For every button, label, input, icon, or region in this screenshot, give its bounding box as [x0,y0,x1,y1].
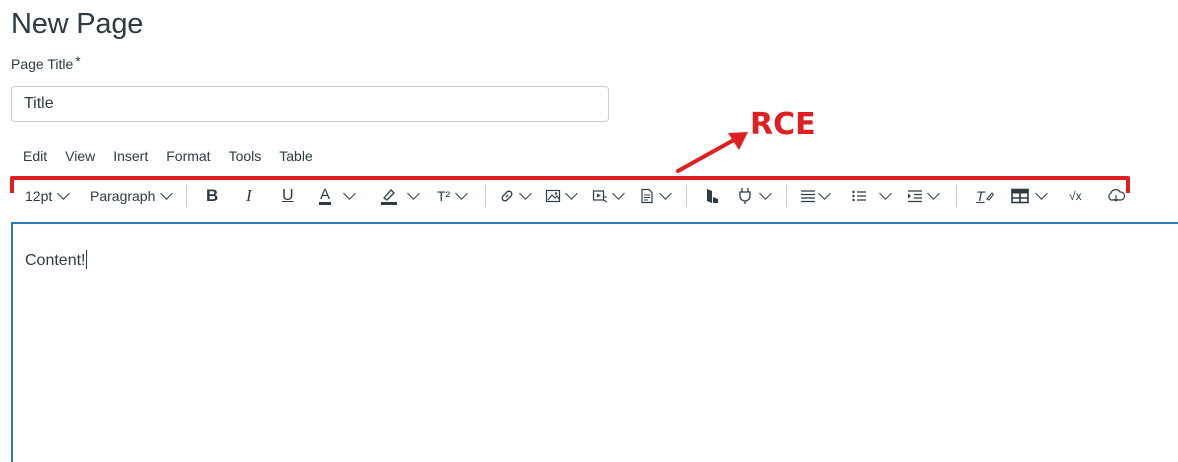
chevron-down-icon [519,186,532,200]
document-button[interactable] [639,176,672,216]
menu-tools[interactable]: Tools [220,148,271,164]
clear-formatting-icon: T [976,188,985,204]
chevron-down-icon [927,186,940,200]
underline-icon: U [282,187,294,204]
page-title-label-text: Page Title [11,56,74,72]
toolbar-separator [956,185,957,207]
italic-icon: I [246,186,252,205]
rce-arrow [676,134,743,173]
block-format-select[interactable]: Paragraph [90,176,174,216]
superscript-icon: T² [437,188,451,204]
chevron-down-icon [879,186,892,200]
editor-text: Content! [25,252,86,269]
chevron-down-icon [659,186,672,200]
font-size-select[interactable]: 12pt [25,176,71,216]
apps-button[interactable] [705,176,719,216]
chevron-down-icon [343,186,356,200]
bold-button[interactable]: B [206,176,218,216]
editor-toolbar: 12pt Paragraph B I U A T² T √x [0,176,1178,216]
toolbar-separator [686,185,687,207]
menu-table[interactable]: Table [270,148,321,164]
cloud-button[interactable] [1106,176,1126,216]
menu-insert[interactable]: Insert [104,148,157,164]
editor-menubar: Edit View Insert Format Tools Table [14,148,322,164]
cloud-icon [1108,189,1126,202]
plugin-button[interactable] [737,176,772,216]
bold-icon: B [206,186,219,205]
media-button[interactable] [592,176,625,216]
text-caret [86,250,88,269]
align-button[interactable] [800,176,831,216]
document-icon [641,188,653,204]
text-color-button[interactable]: A [319,176,356,216]
math-icon: √x [1069,189,1082,203]
page-title: New Page [11,8,144,40]
menu-format[interactable]: Format [157,148,219,164]
page-title-input[interactable] [11,86,609,122]
editor-content[interactable]: Content! [25,250,88,270]
apps-icon [707,189,718,203]
superscript-button[interactable]: T² [437,176,469,216]
underline-button[interactable]: U [282,176,294,216]
bullet-list-icon [852,190,866,202]
font-size-value: 12pt [25,188,53,204]
link-icon [501,190,513,202]
menu-view[interactable]: View [56,148,104,164]
chevron-down-icon [759,186,772,200]
highlight-button[interactable] [380,176,420,216]
clear-formatting-button[interactable]: T [976,176,994,216]
toolbar-separator [186,185,187,207]
indent-button[interactable] [907,176,940,216]
bullet-list-button[interactable] [851,176,892,216]
chevron-down-icon [160,186,174,200]
toolbar-separator [786,185,787,207]
chevron-down-icon [407,186,420,200]
media-icon [592,190,608,203]
page-title-label: Page Title * [11,53,81,72]
chevron-down-icon [57,186,71,200]
rce-label: RCE [750,107,816,142]
indent-icon [908,190,922,203]
link-button[interactable] [499,176,532,216]
required-marker: * [75,53,81,69]
eraser-icon [985,192,994,201]
table-button[interactable] [1011,176,1048,216]
math-button[interactable]: √x [1069,176,1082,216]
rich-content-editor[interactable]: Content! [11,222,1178,462]
plugin-icon [739,188,751,204]
chevron-down-icon [455,186,469,200]
chevron-down-icon [612,186,625,200]
menu-edit[interactable]: Edit [14,148,56,164]
chevron-down-icon [1035,186,1048,200]
text-color-icon: A [319,185,332,205]
chevron-down-icon [818,186,831,200]
align-icon [801,190,815,203]
image-icon [545,189,561,203]
block-format-value: Paragraph [90,188,156,204]
table-icon [1011,188,1029,204]
rce-arrowhead [728,132,748,150]
chevron-down-icon [565,186,578,200]
toolbar-separator [485,185,486,207]
highlight-icon [381,189,397,205]
italic-button[interactable]: I [246,176,252,216]
image-button[interactable] [545,176,578,216]
